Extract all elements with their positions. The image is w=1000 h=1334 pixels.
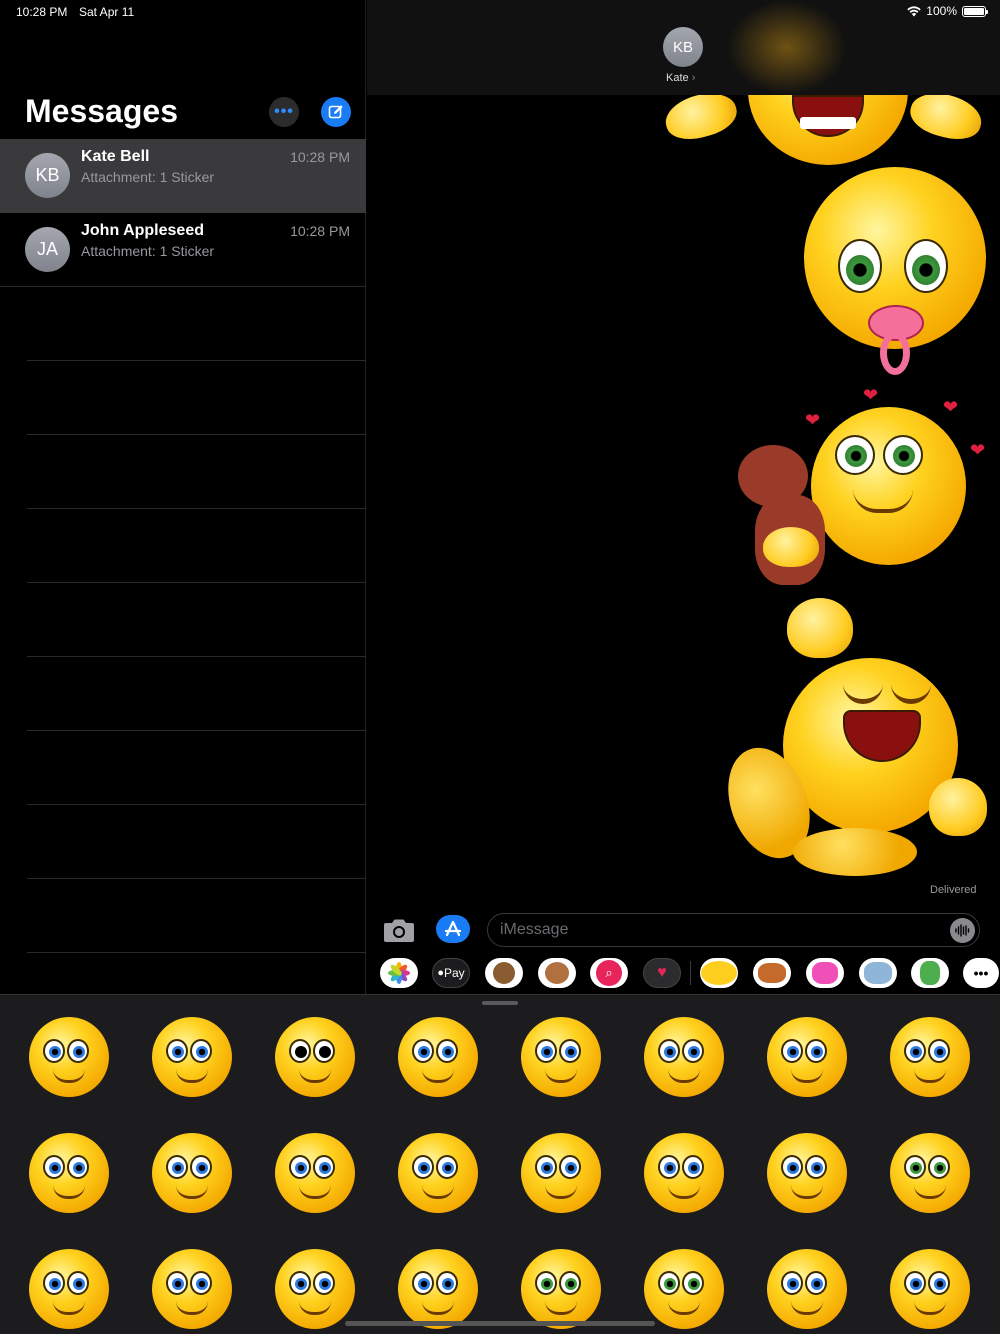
waveform-icon: [955, 924, 970, 937]
conversation-name: Kate Bell: [81, 148, 150, 165]
empty-row: [27, 879, 366, 953]
empty-row: [27, 361, 366, 435]
status-date: Sat Apr 11: [79, 5, 135, 19]
sticker-dancing-happy[interactable]: [140, 1125, 240, 1225]
conversation-preview: Attachment: 1 Sticker: [81, 169, 215, 185]
conversation-time: 10:28 PM: [290, 223, 350, 239]
audio-message-button[interactable]: [950, 918, 975, 943]
status-time: 10:28 PM: [16, 5, 68, 19]
compose-icon: [328, 105, 343, 119]
monkey-memoji-app-icon[interactable]: [485, 958, 523, 988]
sticker-screaming-hands[interactable]: [632, 1009, 732, 1109]
sticker-kissing-hearts[interactable]: [140, 1009, 240, 1109]
app-store-icon: [444, 920, 462, 937]
conversation-row-kate-bell[interactable]: KB Kate Bell Attachment: 1 Sticker 10:28…: [0, 139, 366, 213]
sticker-drawer: [0, 994, 1000, 1334]
avatar: JA: [25, 227, 70, 272]
sticker-skull-thumbs-up[interactable]: [263, 1009, 363, 1109]
delivery-status: Delivered: [930, 884, 977, 896]
sticker-astronaut[interactable]: [878, 1009, 978, 1109]
sticker-covering-face[interactable]: [632, 1125, 732, 1225]
sticker-blowing-kiss[interactable]: [878, 1241, 978, 1334]
dog-stickers-app-icon[interactable]: [753, 958, 791, 988]
sticker-shy-thinking[interactable]: [755, 1009, 855, 1109]
camera-button[interactable]: [383, 915, 415, 945]
conversation-name: John Appleseed: [81, 222, 204, 239]
conversation-time: 10:28 PM: [290, 149, 350, 165]
contact-avatar[interactable]: KB: [663, 27, 703, 67]
empty-row: [27, 657, 366, 731]
message-input-placeholder: iMessage: [500, 921, 569, 938]
empty-row: [27, 731, 366, 805]
teddy-bear-love-face-sticker[interactable]: ❤ ❤ ❤ ❤: [735, 385, 990, 600]
ellipsis-icon: •••: [973, 965, 989, 981]
sticker-magnifier-detective[interactable]: [17, 1241, 117, 1334]
apple-pay-label: Pay: [443, 966, 465, 980]
wifi-icon: [907, 5, 921, 16]
imessage-app-strip: ● Pay ⌕ ♥ •••: [367, 955, 1000, 993]
message-input[interactable]: iMessage: [487, 913, 980, 947]
sticker-bomb-smile[interactable]: [509, 1009, 609, 1109]
more-apps-button[interactable]: •••: [963, 958, 999, 988]
sticker-bubble-gum[interactable]: [386, 1009, 486, 1109]
contact-name: Kate: [666, 72, 689, 84]
battery-icon: [962, 5, 988, 17]
contact-name-button[interactable]: Kate ›: [666, 72, 695, 84]
app-store-button[interactable]: [436, 915, 470, 943]
search-images-app-icon[interactable]: ⌕: [590, 958, 628, 988]
avatar: KB: [25, 153, 70, 198]
status-bar: 10:28 PM Sat Apr 11 100%: [0, 0, 1000, 24]
sticker-superhero[interactable]: [386, 1125, 486, 1225]
heart-stickers-app-icon[interactable]: ♥: [643, 958, 681, 988]
status-right: 100%: [907, 4, 988, 18]
sticker-baby-pacifier[interactable]: [878, 1125, 978, 1225]
compose-button[interactable]: [321, 97, 351, 127]
sticker-kiss-marks[interactable]: [755, 1125, 855, 1225]
conversation-sidebar: Messages ••• KB Kate Bell Attachment: 1 …: [0, 0, 366, 994]
battery-percent: 100%: [926, 4, 957, 18]
apple-pay-app-icon[interactable]: ● Pay: [432, 958, 470, 988]
empty-row: [27, 583, 366, 657]
sticker-toilet-laughing[interactable]: [17, 1009, 117, 1109]
empty-row: [27, 805, 366, 879]
drawer-grabber[interactable]: [482, 1001, 518, 1005]
sticker-rose-gift[interactable]: [140, 1241, 240, 1334]
photos-app-icon[interactable]: [380, 958, 418, 988]
laughing-rolling-face-sticker[interactable]: [713, 598, 990, 880]
sticker-laughing-arms[interactable]: [17, 1125, 117, 1225]
emoji-stickers-app-icon[interactable]: [700, 958, 738, 988]
ellipsis-icon: •••: [274, 103, 294, 120]
more-options-button[interactable]: •••: [269, 97, 299, 127]
baby-pacifier-face-sticker[interactable]: [800, 165, 990, 385]
chevron-right-icon: ›: [688, 72, 696, 84]
fairy-stickers-app-icon[interactable]: [911, 958, 949, 988]
empty-row: [27, 287, 366, 361]
sticker-tired-hanging[interactable]: [509, 1125, 609, 1225]
screaming-face-sticker[interactable]: [660, 95, 990, 170]
elephant-stickers-app-icon[interactable]: [859, 958, 897, 988]
conversation-preview: Attachment: 1 Sticker: [81, 243, 215, 259]
conversation-list: KB Kate Bell Attachment: 1 Sticker 10:28…: [0, 139, 366, 953]
apple-icon: ●: [437, 967, 444, 979]
sidebar-title: Messages: [25, 93, 178, 129]
strip-divider: [690, 961, 691, 985]
sticker-hands-on-ears[interactable]: [755, 1241, 855, 1334]
home-indicator: [345, 1321, 655, 1326]
camera-icon: [384, 919, 414, 942]
conversation-row-john-appleseed[interactable]: JA John Appleseed Attachment: 1 Sticker …: [0, 213, 366, 287]
empty-row: [27, 435, 366, 509]
sticker-blue-eyes-smile[interactable]: [263, 1125, 363, 1225]
cat-stickers-app-icon[interactable]: [806, 958, 844, 988]
memoji-app-icon[interactable]: [538, 958, 576, 988]
empty-row: [27, 509, 366, 583]
